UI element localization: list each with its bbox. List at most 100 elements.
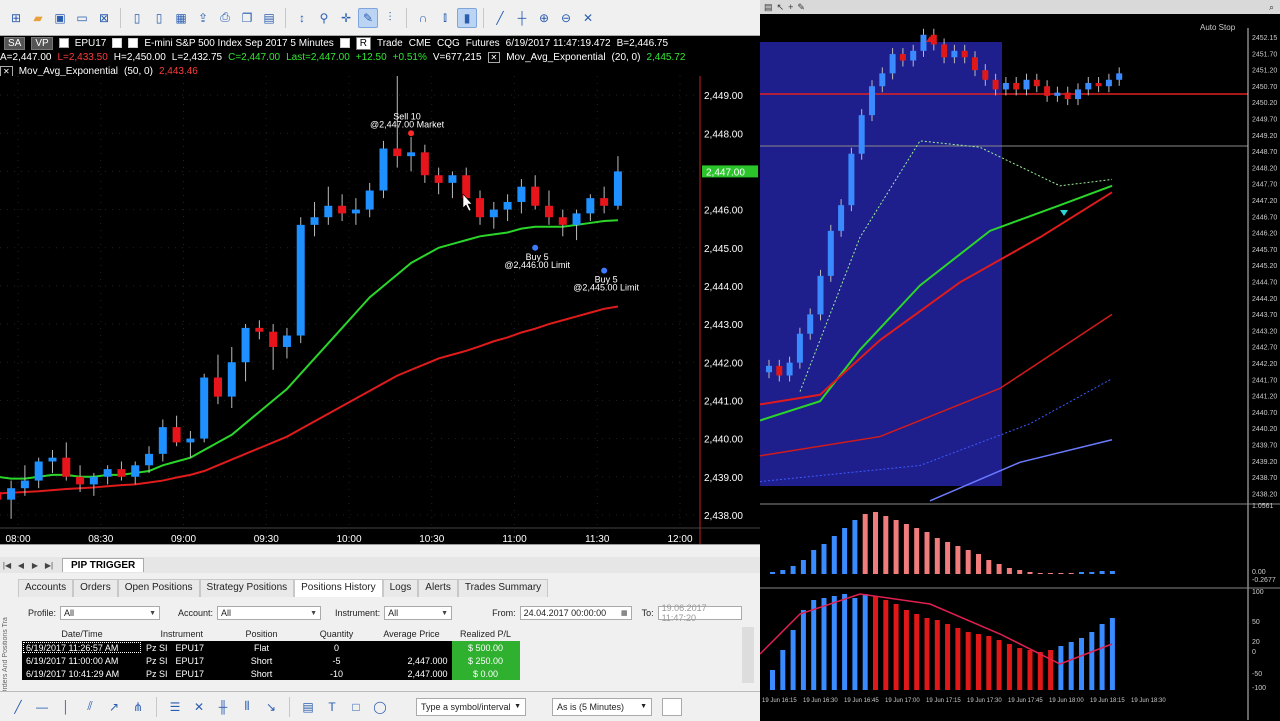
extra-options-button[interactable] bbox=[662, 697, 682, 716]
order-marker[interactable] bbox=[408, 130, 415, 137]
save-icon[interactable]: ▣ bbox=[50, 8, 70, 28]
column-header[interactable]: Date/Time bbox=[22, 627, 142, 641]
tab-accounts[interactable]: Accounts bbox=[18, 579, 74, 597]
nav-next-icon[interactable]: ▶ bbox=[28, 561, 42, 570]
symbol-label[interactable]: EPU17 bbox=[75, 38, 107, 49]
close-icon[interactable]: ✕ bbox=[487, 51, 501, 63]
fib-icon[interactable]: ☰ bbox=[165, 697, 185, 717]
list-icon[interactable]: ▤ bbox=[298, 697, 318, 717]
copy-icon[interactable]: ❐ bbox=[237, 8, 257, 28]
from-date-field[interactable]: 24.04.2017 00:00:00 ▦ bbox=[519, 606, 632, 620]
checkbox-icon[interactable] bbox=[128, 38, 139, 48]
price-chart[interactable]: 2,449.00 2,448.00 2,447.00 2,446.00 2,445.00… bbox=[0, 76, 760, 544]
ray-icon[interactable]: ↗ bbox=[104, 697, 124, 717]
open-folder-icon[interactable]: ▰ bbox=[28, 8, 48, 28]
horizontal-line-icon[interactable]: — bbox=[32, 697, 52, 717]
tab-logs[interactable]: Logs bbox=[382, 579, 419, 597]
table-row[interactable]: 6/19/2017 10:41:29 AM Pz SI EPU17 Short -10 2… bbox=[22, 667, 520, 680]
order-marker[interactable] bbox=[532, 244, 539, 251]
column-header[interactable]: Realized P/L bbox=[452, 627, 520, 641]
menu-icon[interactable]: ▤ bbox=[764, 2, 773, 13]
line-tool-icon[interactable]: ╱ bbox=[8, 697, 28, 717]
secondary-chart-pane[interactable]: ▤ ↖ + ✎ ⌕ Auto Stop 2452.15 2451.70 2451.20… bbox=[760, 0, 1280, 720]
gann-icon[interactable]: ╫ bbox=[213, 697, 233, 717]
cursor-icon[interactable]: ↕ bbox=[292, 8, 312, 28]
grid-icon[interactable]: ▦ bbox=[171, 8, 191, 28]
close-icon[interactable]: ⊠ bbox=[94, 8, 114, 28]
nav-first-icon[interactable]: |◀ bbox=[0, 561, 14, 570]
dropdown-icon[interactable] bbox=[339, 38, 350, 48]
tab-strategy-positions[interactable]: Strategy Positions bbox=[199, 579, 295, 597]
column-header[interactable]: Average Price bbox=[372, 627, 452, 641]
candles-icon[interactable]: ▮ bbox=[457, 7, 477, 28]
ellipse-tool-icon[interactable]: ◯ bbox=[370, 697, 390, 717]
crosshair-icon[interactable]: + bbox=[788, 2, 793, 12]
tab-orders[interactable]: Orders bbox=[73, 579, 118, 597]
nav-last-icon[interactable]: ▶| bbox=[42, 561, 56, 570]
page-icon[interactable]: ▯ bbox=[127, 8, 147, 28]
table-scrollbar[interactable] bbox=[742, 627, 754, 683]
pencil-icon[interactable]: ✎ bbox=[358, 7, 378, 28]
page-icon[interactable]: ▯ bbox=[149, 8, 169, 28]
cursor-icon[interactable]: ↖ bbox=[777, 2, 785, 13]
search-icon[interactable]: ⌕ bbox=[1269, 2, 1274, 13]
to-date-field[interactable]: 19.06.2017 11:47:20 bbox=[657, 603, 742, 623]
print-icon[interactable]: ⎙ bbox=[215, 8, 235, 28]
magnet-icon[interactable]: ∩ bbox=[413, 8, 433, 28]
line-icon[interactable]: ╱ bbox=[490, 8, 510, 28]
tab-trades-summary[interactable]: Trades Summary bbox=[457, 579, 549, 597]
account-select[interactable]: All ▼ bbox=[217, 606, 322, 620]
ohlc-icon[interactable]: ┼ bbox=[512, 8, 532, 28]
layout-icon[interactable]: ▭ bbox=[72, 8, 92, 28]
export-icon[interactable]: ⇪ bbox=[193, 8, 213, 28]
paste-icon[interactable]: ▤ bbox=[259, 8, 279, 28]
tab-open-positions[interactable]: Open Positions bbox=[117, 579, 200, 597]
order-marker[interactable] bbox=[601, 267, 608, 274]
channel-icon[interactable]: ⫽ bbox=[80, 697, 100, 717]
tab-alerts[interactable]: Alerts bbox=[418, 579, 458, 597]
tab-pip-trigger[interactable]: PIP TRIGGER bbox=[62, 558, 145, 572]
table-row[interactable]: 6/19/2017 11:26:57 AM Pz SI EPU17 Flat 0 $ 50… bbox=[22, 641, 520, 654]
rectangle-tool-icon[interactable]: □ bbox=[346, 697, 366, 717]
checkbox-icon[interactable] bbox=[58, 38, 69, 48]
tab-positions-history[interactable]: Positions History bbox=[294, 579, 383, 597]
column-header[interactable]: Position bbox=[222, 627, 302, 641]
profile-select[interactable]: All ▼ bbox=[60, 606, 161, 620]
zoom-out-icon[interactable]: ⊖ bbox=[556, 8, 576, 28]
checkbox-icon[interactable] bbox=[112, 38, 123, 48]
bars-icon[interactable]: ⫾ bbox=[435, 8, 455, 28]
column-header[interactable]: Quantity bbox=[302, 627, 372, 641]
calendar-icon[interactable]: ▦ bbox=[621, 609, 628, 617]
secondary-chart[interactable]: Auto Stop 2452.15 2451.70 2451.20 2450.70 245… bbox=[760, 14, 1280, 720]
cross-icon[interactable]: ✕ bbox=[189, 697, 209, 717]
interval-combo[interactable]: As is (5 Minutes) ▼ bbox=[552, 697, 652, 716]
fib-fan-icon[interactable]: ⫴ bbox=[237, 697, 257, 717]
chart-header: SA VP EPU17 E-mini S&P 500 Index Sep 201… bbox=[0, 36, 760, 77]
table-row[interactable]: 6/19/2017 11:00:00 AM Pz SI EPU17 Short -5 2,… bbox=[22, 654, 520, 667]
right-axis-label: 2450.20 bbox=[1252, 100, 1277, 107]
close-icon[interactable]: ✕ bbox=[0, 65, 13, 77]
ema20-label[interactable]: Mov_Avg_Exponential bbox=[506, 52, 605, 63]
r-badge[interactable]: R bbox=[355, 36, 371, 50]
nav-prev-icon[interactable]: ◀ bbox=[14, 561, 28, 570]
instrument-select[interactable]: All ▼ bbox=[384, 606, 453, 620]
pencil-icon[interactable]: ✎ bbox=[797, 2, 805, 13]
text-tool-icon[interactable]: T bbox=[322, 697, 342, 717]
time-axis-label: 19 Jun 17:15 bbox=[926, 698, 961, 704]
collapse-icon[interactable]: ✕ bbox=[578, 8, 598, 28]
to-date-value: 19.06.2017 11:47:20 bbox=[661, 603, 707, 623]
vp-badge[interactable]: VP bbox=[31, 36, 53, 50]
symbol-interval-combo[interactable]: Type a symbol/interval ▼ bbox=[416, 697, 526, 716]
sa-badge[interactable]: SA bbox=[4, 36, 26, 50]
crosshair-icon[interactable]: ✛ bbox=[336, 8, 356, 28]
zoom-in-icon[interactable]: ⊕ bbox=[534, 8, 554, 28]
auto-stop-label[interactable]: Auto Stop bbox=[1200, 23, 1236, 32]
new-chart-icon[interactable]: ⊞ bbox=[6, 8, 26, 28]
arrow-tool-icon[interactable]: ↘ bbox=[261, 697, 281, 717]
vertical-line-icon[interactable]: │ bbox=[56, 697, 76, 717]
ema50-label[interactable]: Mov_Avg_Exponential bbox=[19, 66, 118, 77]
column-header[interactable]: Instrument bbox=[142, 627, 222, 641]
zoom-icon[interactable]: ⚲ bbox=[314, 8, 334, 28]
fork-icon[interactable]: ⋔ bbox=[128, 697, 148, 717]
chart-type-icon[interactable]: ⫶ bbox=[380, 8, 400, 28]
